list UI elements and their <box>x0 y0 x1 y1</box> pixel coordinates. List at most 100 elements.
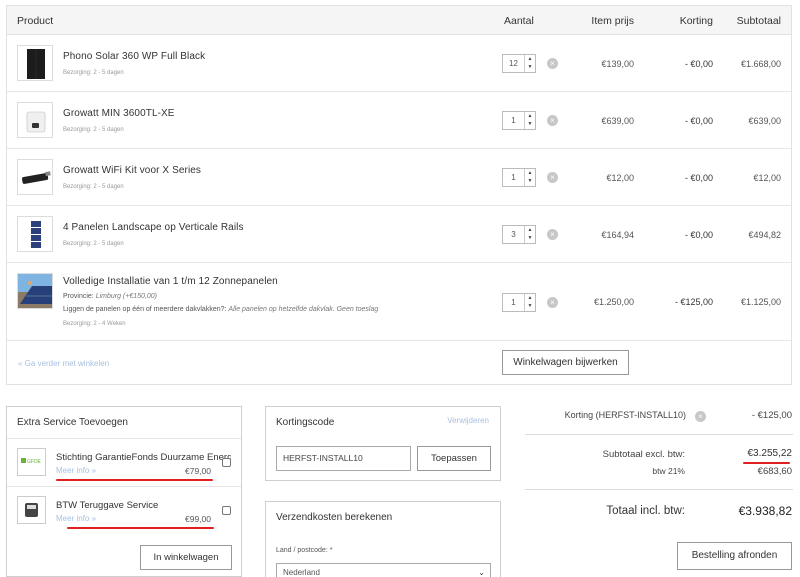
inverter-image[interactable] <box>17 102 53 138</box>
update-cart-button[interactable]: Winkelwagen bijwerken <box>502 350 629 375</box>
quantity-stepper[interactable]: 3 ▲ ▼ <box>502 225 536 244</box>
decrement-icon[interactable]: ▼ <box>525 234 535 242</box>
item-subtotal: €639,00 <box>748 116 781 126</box>
annotation-underline <box>67 527 214 529</box>
item-discount: - €125,00 <box>674 297 713 307</box>
item-subtotal: €1.668,00 <box>740 59 781 69</box>
country-select[interactable]: Nederland ⌄ <box>276 563 491 577</box>
coupon-panel: Kortingscode Verwijderen HERFST-INSTALL1… <box>265 406 501 481</box>
gfde-logo-text: GFDE <box>27 459 42 465</box>
quantity-stepper[interactable]: 1 ▲ ▼ <box>502 168 536 187</box>
quantity-spinner[interactable]: ▲ ▼ <box>524 226 535 243</box>
extra-service-panel: Extra Service Toevoegen GFDE Stichting G… <box>6 406 242 577</box>
cart-row: Phono Solar 360 WP Full Black Bezorging:… <box>7 35 791 92</box>
decrement-icon[interactable]: ▼ <box>525 63 535 71</box>
product-name[interactable]: Phono Solar 360 WP Full Black <box>63 51 205 62</box>
decrement-icon[interactable]: ▼ <box>525 120 535 128</box>
roof-answer: Alle panelen op hetzelfde dakvlak. Geen … <box>228 306 379 313</box>
province-option: Provincie: Limburg (+€150,00) <box>63 293 157 300</box>
annotation-underline <box>56 479 213 481</box>
add-to-cart-button[interactable]: In winkelwagen <box>140 545 232 570</box>
decrement-icon[interactable]: ▼ <box>525 177 535 185</box>
product-name[interactable]: Growatt WiFi Kit voor X Series <box>63 165 201 176</box>
subtotal-label: Subtotaal excl. btw: <box>602 449 685 460</box>
annotation-underline <box>743 462 790 464</box>
vat-label: btw 21% <box>652 466 685 476</box>
service-checkbox[interactable] <box>222 506 231 515</box>
item-price: €164,94 <box>601 230 634 240</box>
gfde-logo: GFDE <box>17 448 46 476</box>
cart-row: Growatt WiFi Kit voor X Series Bezorging… <box>7 149 791 206</box>
roof-question: Liggen de panelen op één of meerdere dak… <box>63 306 227 313</box>
quantity-stepper[interactable]: 12 ▲ ▼ <box>502 54 536 73</box>
extra-service-title: Extra Service Toevoegen <box>17 417 128 428</box>
remove-coupon-link[interactable]: Verwijderen <box>447 416 489 425</box>
service-checkbox[interactable] <box>222 458 231 467</box>
country-value: Nederland <box>283 568 320 577</box>
increment-icon[interactable]: ▲ <box>525 112 535 120</box>
item-subtotal: €12,00 <box>753 173 781 183</box>
vat-value: €683,60 <box>757 466 792 477</box>
cart-table-header: Product Aantal Item prijs Korting Subtot… <box>7 6 791 35</box>
delivery-time: Bezorging: 2 - 4 Weken <box>63 321 126 327</box>
item-price: €639,00 <box>601 116 634 126</box>
product-name[interactable]: Volledige Installatie van 1 t/m 12 Zonne… <box>63 276 278 287</box>
shipping-title: Verzendkosten berekenen <box>276 512 393 523</box>
increment-icon[interactable]: ▲ <box>525 226 535 234</box>
service-name: Stichting GarantieFonds Duurzame Energie <box>56 452 231 463</box>
quantity-spinner[interactable]: ▲ ▼ <box>524 112 535 129</box>
increment-icon[interactable]: ▲ <box>525 169 535 177</box>
service-price: €99,00 <box>185 514 211 524</box>
column-header-discount: Korting <box>679 15 713 27</box>
remove-item-icon[interactable]: × <box>547 58 558 69</box>
item-price: €139,00 <box>601 59 634 69</box>
increment-icon[interactable]: ▲ <box>525 55 535 63</box>
delivery-time: Bezorging: 2 - 5 dagen <box>63 127 124 133</box>
remove-discount-icon[interactable]: × <box>695 411 706 422</box>
column-header-item-price: Item prijs <box>591 15 634 27</box>
coupon-code-input[interactable]: HERFST-INSTALL10 <box>276 446 411 471</box>
delivery-time: Bezorging: 2 - 5 dagen <box>63 184 124 190</box>
remove-item-icon[interactable]: × <box>547 229 558 240</box>
checkout-button[interactable]: Bestelling afronden <box>677 542 792 570</box>
quantity-spinner[interactable]: ▲ ▼ <box>524 55 535 72</box>
installation-photo[interactable] <box>17 273 53 309</box>
quantity-spinner[interactable]: ▲ ▼ <box>524 169 535 186</box>
apply-coupon-button[interactable]: Toepassen <box>417 446 491 471</box>
shipping-panel: Verzendkosten berekenen Land / postcode:… <box>265 501 501 577</box>
province-label: Provincie: <box>63 293 94 300</box>
quantity-stepper[interactable]: 1 ▲ ▼ <box>502 111 536 130</box>
product-name[interactable]: Growatt MIN 3600TL-XE <box>63 108 175 119</box>
item-discount: - €0,00 <box>684 173 713 183</box>
quantity-value[interactable]: 1 <box>503 112 524 129</box>
product-name[interactable]: 4 Panelen Landscape op Verticale Rails <box>63 222 244 233</box>
quantity-spinner[interactable]: ▲ ▼ <box>524 294 535 311</box>
decrement-icon[interactable]: ▼ <box>525 302 535 310</box>
quantity-value[interactable]: 1 <box>503 294 524 311</box>
solar-panel-image[interactable] <box>17 45 53 81</box>
quantity-value[interactable]: 12 <box>503 55 524 72</box>
continue-shopping-link[interactable]: « Ga verder met winkelen <box>18 359 109 368</box>
quantity-value[interactable]: 1 <box>503 169 524 186</box>
divider <box>525 434 793 435</box>
remove-item-icon[interactable]: × <box>547 297 558 308</box>
order-totals: Korting (HERFST-INSTALL10) × - €125,00 S… <box>525 400 793 577</box>
more-info-link[interactable]: Meer info » <box>56 466 96 475</box>
mounting-rails-image[interactable] <box>17 216 53 252</box>
service-name: BTW Teruggave Service <box>56 500 159 511</box>
quantity-value[interactable]: 3 <box>503 226 524 243</box>
more-info-link[interactable]: Meer info » <box>56 514 96 523</box>
divider <box>525 489 793 490</box>
cart-row: Growatt MIN 3600TL-XE Bezorging: 2 - 5 d… <box>7 92 791 149</box>
wifi-stick-image[interactable] <box>17 159 53 195</box>
quantity-stepper[interactable]: 1 ▲ ▼ <box>502 293 536 312</box>
cart-row: Volledige Installatie van 1 t/m 12 Zonne… <box>7 263 791 341</box>
discount-value: - €125,00 <box>751 410 792 421</box>
discount-label: Korting (HERFST-INSTALL10) <box>564 410 686 420</box>
total-label: Totaal incl. btw: <box>606 505 685 517</box>
increment-icon[interactable]: ▲ <box>525 294 535 302</box>
remove-item-icon[interactable]: × <box>547 172 558 183</box>
coupon-title: Kortingscode <box>276 417 335 428</box>
remove-item-icon[interactable]: × <box>547 115 558 126</box>
item-discount: - €0,00 <box>684 59 713 69</box>
